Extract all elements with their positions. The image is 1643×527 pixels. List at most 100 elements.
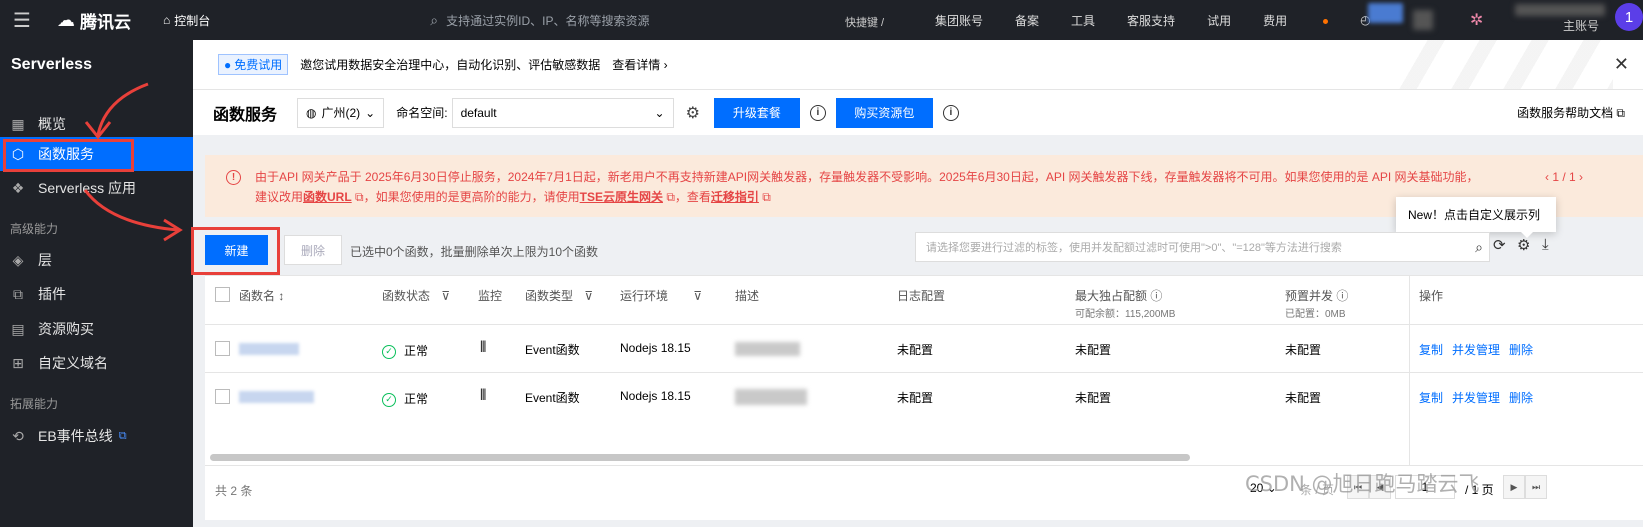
copy-link[interactable]: 复制: [1419, 391, 1443, 405]
top-navbar: ☰ ☁ 腾讯云 ⌂ 控制台 ⌕ 支持通过实例ID、IP、名称等搜索资源 快捷键 …: [0, 0, 1643, 40]
type-cell: Event函数: [525, 343, 580, 357]
max-quota-cell: 未配置: [1075, 343, 1112, 357]
description-cell: [735, 342, 800, 356]
download-icon[interactable]: ⤓: [1542, 236, 1549, 253]
col-type: 函数类型 ⊽: [525, 289, 594, 303]
section-extension: 拓展能力: [10, 397, 59, 411]
monitor-chart-icon[interactable]: ⫴: [480, 339, 486, 356]
function-name-link[interactable]: [239, 391, 314, 403]
filter-search-input[interactable]: 请选择您要进行过滤的标签，使用并发配额过滤时可使用">0"、"=128"等方法进…: [915, 232, 1490, 262]
shortcut-hint: 快捷键 /: [845, 17, 885, 29]
sidebar-item-plugins[interactable]: ⧉ 插件: [0, 277, 193, 311]
drop-icon: ●: [224, 57, 232, 72]
filter-icon[interactable]: ⊽: [693, 289, 702, 303]
user-role[interactable]: 主账号: [1563, 17, 1599, 34]
delete-link[interactable]: 删除: [1509, 343, 1533, 357]
free-trial-badge: ● 免费试用: [218, 54, 289, 75]
layers-icon: ◈: [12, 251, 24, 268]
search-icon[interactable]: ⌕: [1475, 239, 1483, 256]
col-max-quota: 最大独占配额 ⓘ: [1075, 289, 1163, 303]
blurred-region: [1368, 3, 1403, 23]
sidebar-item-purchase[interactable]: ▤ 资源购买: [0, 312, 193, 346]
monitor-chart-icon[interactable]: ⫴: [480, 387, 486, 404]
gear-icon[interactable]: ⚙: [1517, 236, 1530, 254]
upgrade-button[interactable]: 升级套餐: [713, 97, 800, 128]
table-row: ✓ 正常 ⫴ Event函数 Nodejs 18.15 未配置 未配置 未配置 复…: [205, 372, 1643, 420]
region-select[interactable]: ◍ 广州(2) ⌄: [297, 97, 385, 128]
home-icon: ⌂: [163, 13, 171, 27]
info-icon[interactable]: ⓘ: [1150, 289, 1162, 303]
ops-cell: 复制 并发管理 删除: [1419, 341, 1542, 358]
sidebar: Serverless ▦ 概览 ⬡ 函数服务 ❖ Serverless 应用 高…: [0, 40, 193, 527]
warning-pager[interactable]: ‹ 1 / 1 ›: [1545, 167, 1583, 187]
logo[interactable]: ☁ 腾讯云: [57, 8, 131, 33]
cloud-icon: ☁: [57, 9, 75, 30]
notice-text: 邀您试用数据安全治理中心，自动化识别、评估敏感数据: [300, 58, 601, 72]
row-checkbox[interactable]: [215, 341, 230, 356]
global-search[interactable]: ⌕ 支持通过实例ID、IP、名称等搜索资源: [430, 12, 760, 29]
sidebar-title: Serverless: [11, 56, 92, 73]
check-circle-icon: ✓: [382, 344, 396, 359]
next-page-icon[interactable]: ▶: [1503, 475, 1525, 499]
menu-support[interactable]: 客服支持: [1127, 12, 1175, 29]
row-checkbox[interactable]: [215, 389, 230, 404]
max-quota-cell: 未配置: [1075, 391, 1112, 405]
external-link-icon: ⧉: [118, 429, 127, 442]
namespace-select[interactable]: default ⌄: [451, 97, 674, 128]
info-icon[interactable]: i: [809, 104, 826, 121]
app-icon[interactable]: ✲: [1470, 10, 1483, 30]
buy-package-button[interactable]: 购买资源包: [835, 97, 933, 128]
annotation-highlight-new: [191, 227, 280, 275]
purchase-icon: ▤: [11, 320, 25, 337]
concurrency-link[interactable]: 并发管理: [1452, 391, 1500, 405]
menu-billing[interactable]: 费用: [1263, 12, 1329, 29]
gear-icon[interactable]: ⚙: [686, 103, 700, 123]
help-doc-link[interactable]: 函数服务帮助文档 ⧉: [1517, 104, 1625, 121]
filter-icon[interactable]: ⊽: [584, 289, 593, 303]
filter-icon[interactable]: ⊽: [441, 289, 450, 303]
top-menu: 集团账号 备案 工具 客服支持 试用 费用 ◴: [935, 0, 1391, 40]
notice-detail-link[interactable]: 查看详情 ›: [612, 56, 667, 73]
functions-table: 函数名 ↕ 函数状态 ⊽ 监控 函数类型 ⊽ 运行环境 ⊽ 描述 日志配置 最大…: [205, 275, 1643, 466]
refresh-icon[interactable]: ⟳: [1493, 236, 1506, 254]
delete-button[interactable]: 删除: [284, 235, 342, 265]
function-name-link[interactable]: [239, 343, 299, 355]
sidebar-item-layers[interactable]: ◈ 层: [0, 243, 193, 277]
horizontal-scrollbar[interactable]: [210, 454, 1190, 461]
info-icon[interactable]: i: [942, 104, 959, 121]
function-url-link[interactable]: 函数URL: [303, 190, 352, 204]
namespace-label: 命名空间:: [396, 106, 448, 120]
sidebar-item-serverless-app[interactable]: ❖ Serverless 应用: [0, 171, 193, 205]
blurred-region: [1515, 4, 1605, 16]
col-name[interactable]: 函数名 ↕: [239, 287, 284, 304]
close-icon[interactable]: ✕: [1614, 54, 1629, 75]
migration-guide-link[interactable]: 迁移指引: [711, 190, 759, 204]
concurrency-link[interactable]: 并发管理: [1452, 343, 1500, 357]
delete-link[interactable]: 删除: [1509, 391, 1533, 405]
select-all-checkbox[interactable]: [215, 287, 230, 302]
menu-tools[interactable]: 工具: [1071, 12, 1095, 29]
col-prealloc: 预置并发 ⓘ: [1285, 289, 1349, 303]
sidebar-item-domain[interactable]: ⊞ 自定义域名: [0, 346, 193, 380]
last-page-icon[interactable]: ⏭: [1525, 475, 1547, 499]
copy-link[interactable]: 复制: [1419, 343, 1443, 357]
sidebar-item-overview[interactable]: ▦ 概览: [0, 107, 193, 141]
external-link-icon: ⧉: [666, 190, 675, 204]
console-link[interactable]: ⌂ 控制台: [163, 12, 210, 29]
decorative-pattern: [1393, 40, 1613, 89]
selection-info: 已选中0个函数，批量删除单次上限为10个函数: [350, 245, 599, 259]
chevron-down-icon: ⌄: [365, 105, 376, 120]
sidebar-item-event-bus[interactable]: ⟲ EB事件总线 ⧉: [0, 419, 193, 453]
section-advanced: 高级能力: [10, 222, 59, 236]
notification-dot: [1323, 18, 1329, 24]
menu-icon[interactable]: ☰: [0, 0, 44, 40]
avatar[interactable]: 1: [1615, 3, 1643, 31]
menu-group-account[interactable]: 集团账号: [935, 12, 983, 29]
info-icon[interactable]: ⓘ: [1336, 289, 1348, 303]
menu-filing[interactable]: 备案: [1015, 12, 1039, 29]
description-cell: [735, 389, 807, 405]
total-count: 共 2 条: [215, 484, 253, 498]
menu-trial[interactable]: 试用: [1207, 12, 1231, 29]
watermark: CSDN @旭日跑马踏云飞: [1245, 472, 1480, 496]
tse-gateway-link[interactable]: TSE云原生网关: [580, 190, 663, 204]
